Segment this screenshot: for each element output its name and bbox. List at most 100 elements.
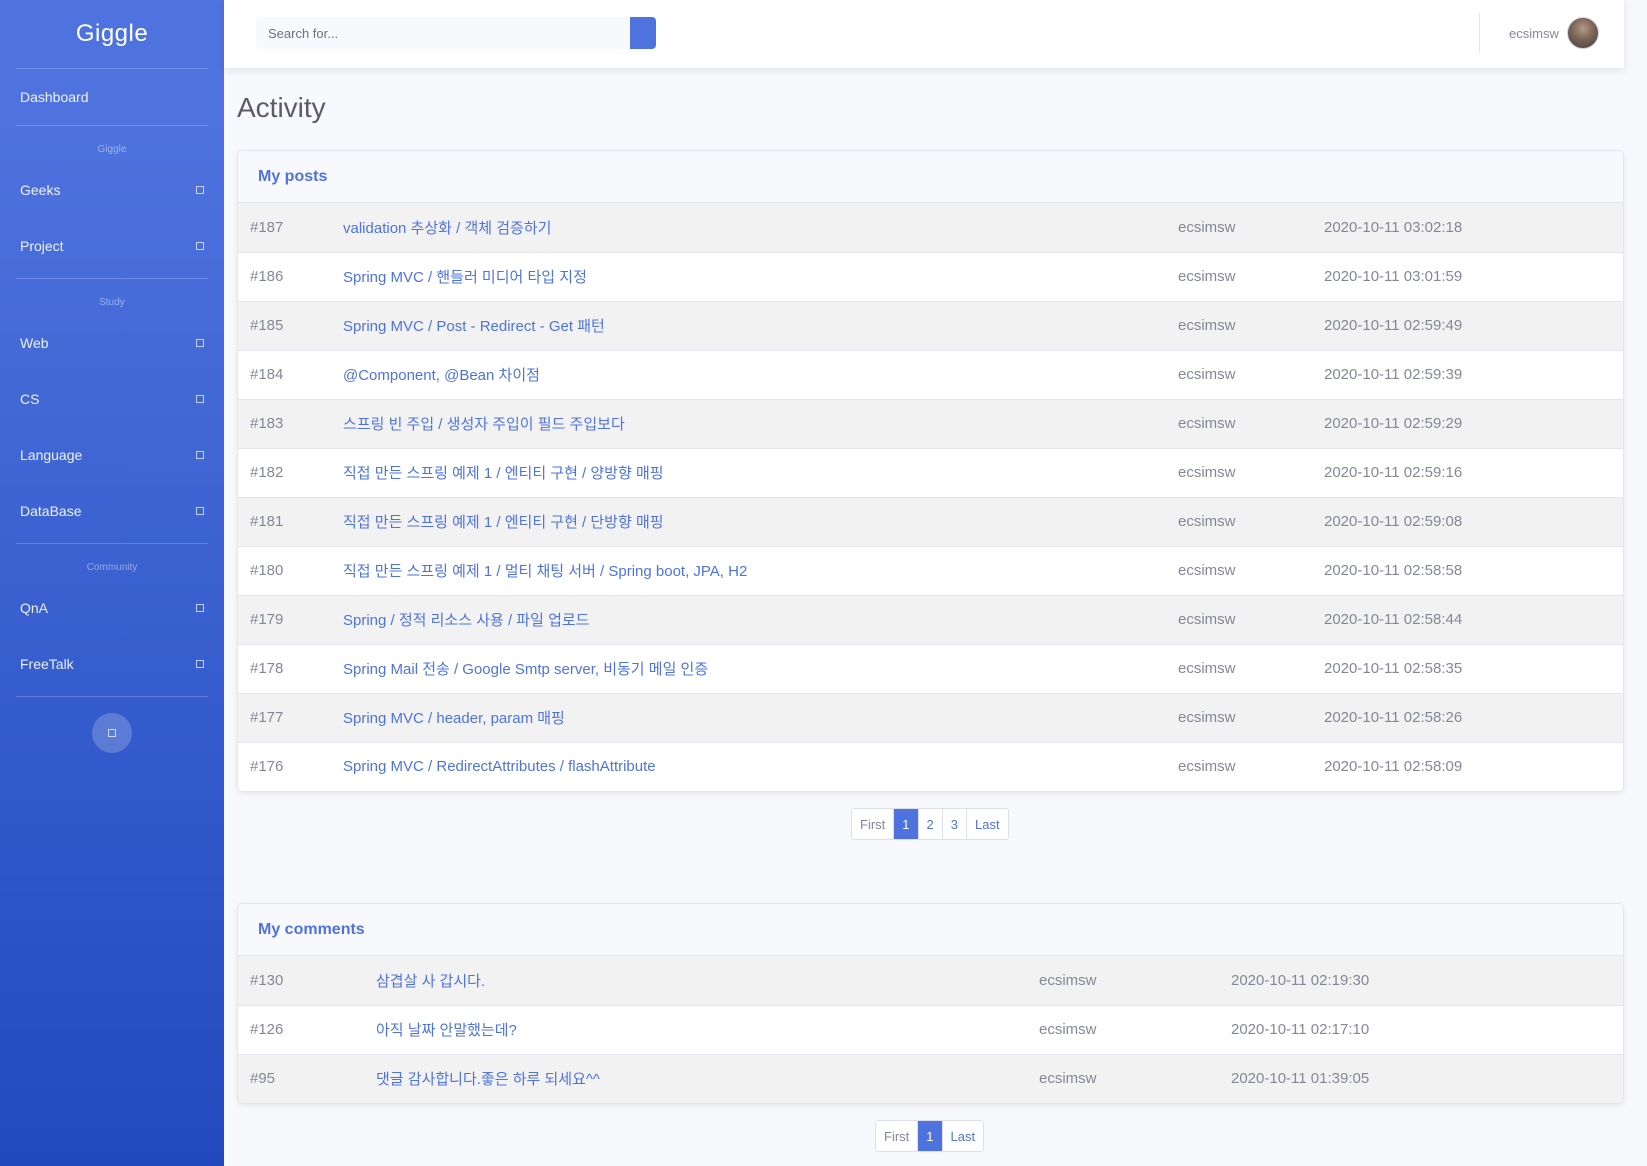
row-date: 2020-10-11 01:39:05 xyxy=(1231,1053,1623,1103)
row-title-link[interactable]: Spring / 정적 리소스 사용 / 파일 업로드 xyxy=(343,594,1178,644)
page-button-last[interactable]: Last xyxy=(965,809,1008,839)
page-button-first[interactable]: First xyxy=(876,1121,917,1151)
row-title-link[interactable]: 삼겹살 사 갑시다. xyxy=(376,956,1039,1005)
sidebar-toggle-wrap xyxy=(0,697,224,753)
sidebar-toggle-button[interactable] xyxy=(92,713,132,753)
row-title-link[interactable]: 직접 만든 스프링 예제 1 / 멀티 채팅 서버 / Spring boot,… xyxy=(343,545,1178,595)
row-date: 2020-10-11 02:58:09 xyxy=(1324,741,1623,791)
table-row: #95 댓글 감사합니다.좋은 하루 되세요^^ ecsimsw 2020-10-11… xyxy=(238,1053,1623,1103)
row-date: 2020-10-11 02:59:16 xyxy=(1324,447,1623,497)
sidebar-item-web[interactable]: Web xyxy=(0,315,224,371)
sidebar-item-qna[interactable]: QnA xyxy=(0,580,224,636)
row-author: ecsimsw xyxy=(1178,496,1324,546)
avatar xyxy=(1566,17,1599,49)
table-row: #177 Spring MVC / header, param 매핑 ecsimsw… xyxy=(238,692,1623,742)
row-title-link[interactable]: Spring MVC / header, param 매핑 xyxy=(343,692,1178,742)
sidebar-item-label: Geeks xyxy=(20,182,61,198)
sidebar-item-label: FreeTalk xyxy=(20,656,74,672)
table-row: #183 스프링 빈 주입 / 생성자 주입이 필드 주입보다 ecsimsw 202… xyxy=(238,398,1623,448)
row-title-link[interactable]: 직접 만든 스프링 예제 1 / 엔티티 구현 / 양방향 매핑 xyxy=(343,447,1178,497)
row-author: ecsimsw xyxy=(1178,545,1324,595)
row-author: ecsimsw xyxy=(1178,251,1324,301)
row-title-link[interactable]: Spring MVC / Post - Redirect - Get 패턴 xyxy=(343,300,1178,350)
row-title-link[interactable]: 스프링 빈 주입 / 생성자 주입이 필드 주입보다 xyxy=(343,398,1178,448)
row-id: #183 xyxy=(238,398,343,448)
chevron-icon xyxy=(196,339,204,347)
row-date: 2020-10-11 02:59:08 xyxy=(1324,496,1623,546)
sidebar-item-database[interactable]: DataBase xyxy=(0,483,224,539)
sidebar-heading-giggle: Giggle xyxy=(97,144,127,155)
row-author: ecsimsw xyxy=(1178,692,1324,742)
sidebar-item-language[interactable]: Language xyxy=(0,427,224,483)
row-title-link[interactable]: 아직 날짜 안말했는데? xyxy=(376,1004,1039,1054)
search-button[interactable] xyxy=(630,17,656,49)
chevron-icon xyxy=(196,242,204,250)
row-date: 2020-10-11 02:58:35 xyxy=(1324,643,1623,693)
table-row: #178 Spring Mail 전송 / Google Smtp server,… xyxy=(238,643,1623,693)
row-id: #95 xyxy=(238,1053,376,1103)
row-title-link[interactable]: @Component, @Bean 차이점 xyxy=(343,349,1178,399)
row-id: #185 xyxy=(238,300,343,350)
sidebar-heading-community: Community xyxy=(86,562,138,573)
table-row: #126 아직 날짜 안말했는데? ecsimsw 2020-10-11 02:17:… xyxy=(238,1004,1623,1054)
row-id: #178 xyxy=(238,643,343,693)
toggle-icon xyxy=(108,729,116,737)
sidebar-item-freetalk[interactable]: FreeTalk xyxy=(0,636,224,692)
page-title: Activity xyxy=(237,92,326,123)
sidebar-item-label: QnA xyxy=(20,600,49,616)
row-id: #186 xyxy=(238,251,343,301)
page-button-3[interactable]: 3 xyxy=(941,809,966,839)
row-title-link[interactable]: 직접 만든 스프링 예제 1 / 엔티티 구현 / 단방향 매핑 xyxy=(343,496,1178,546)
row-date: 2020-10-11 02:19:30 xyxy=(1231,956,1623,1005)
row-date: 2020-10-11 03:02:18 xyxy=(1324,203,1623,252)
row-author: ecsimsw xyxy=(1178,594,1324,644)
row-date: 2020-10-11 02:59:29 xyxy=(1324,398,1623,448)
row-title-link[interactable]: Spring Mail 전송 / Google Smtp server, 비동기… xyxy=(343,643,1178,693)
sidebar-item-cs[interactable]: CS xyxy=(0,371,224,427)
page-button-2[interactable]: 2 xyxy=(917,809,942,839)
page-button-last[interactable]: Last xyxy=(941,1121,984,1151)
row-title-link[interactable]: Spring MVC / RedirectAttributes / flashA… xyxy=(343,741,1178,791)
comments-card-header: My comments xyxy=(238,904,1623,956)
row-author: ecsimsw xyxy=(1178,300,1324,350)
row-title-link[interactable]: Spring MVC / 핸들러 미디어 타입 지정 xyxy=(343,251,1178,301)
row-id: #130 xyxy=(238,956,376,1005)
page-button-first[interactable]: First xyxy=(852,809,893,839)
search-input[interactable] xyxy=(256,17,631,49)
search-bar xyxy=(256,17,656,49)
row-id: #126 xyxy=(238,1004,376,1054)
user-menu[interactable]: ecsimsw xyxy=(1509,17,1599,49)
table-row: #184 @Component, @Bean 차이점 ecsimsw 2020-10-… xyxy=(238,349,1623,399)
table-row: #179 Spring / 정적 리소스 사용 / 파일 업로드 ecsimsw 20… xyxy=(238,594,1623,644)
table-row: #187 validation 추상화 / 객체 검증하기 ecsimsw 2020-… xyxy=(238,203,1623,252)
sidebar-item-label: Language xyxy=(20,447,83,463)
sidebar-item-geeks[interactable]: Geeks xyxy=(0,162,224,218)
row-author: ecsimsw xyxy=(1178,447,1324,497)
row-title-link[interactable]: validation 추상화 / 객체 검증하기 xyxy=(343,203,1178,252)
sidebar-item-project[interactable]: Project xyxy=(0,218,224,274)
posts-table: #187 validation 추상화 / 객체 검증하기 ecsimsw 2020-… xyxy=(238,203,1623,791)
posts-card: My posts #187 validation 추상화 / 객체 검증하기 ecs… xyxy=(237,150,1624,792)
row-author: ecsimsw xyxy=(1178,398,1324,448)
table-row: #180 직접 만든 스프링 예제 1 / 멀티 채팅 서버 / Spring b… xyxy=(238,545,1623,595)
page-button-1[interactable]: 1 xyxy=(917,1121,942,1151)
row-date: 2020-10-11 02:17:10 xyxy=(1231,1004,1623,1054)
table-row: #185 Spring MVC / Post - Redirect - Get 패… xyxy=(238,300,1623,350)
chevron-icon xyxy=(196,451,204,459)
chevron-icon xyxy=(196,507,204,515)
sidebar-item-dashboard[interactable]: Dashboard xyxy=(0,69,224,125)
row-title-link[interactable]: 댓글 감사합니다.좋은 하루 되세요^^ xyxy=(376,1053,1039,1103)
comments-table: #130 삼겹살 사 갑시다. ecsimsw 2020-10-11 02:19:30… xyxy=(238,956,1623,1103)
row-author: ecsimsw xyxy=(1039,1004,1231,1054)
chevron-icon xyxy=(196,660,204,668)
row-author: ecsimsw xyxy=(1178,741,1324,791)
row-date: 2020-10-11 03:01:59 xyxy=(1324,251,1623,301)
page-button-1[interactable]: 1 xyxy=(893,809,918,839)
comments-card: My comments #130 삼겹살 사 갑시다. ecsimsw 2020-10… xyxy=(237,903,1624,1104)
table-row: #130 삼겹살 사 갑시다. ecsimsw 2020-10-11 02:19:30 xyxy=(238,956,1623,1005)
chevron-icon xyxy=(196,395,204,403)
sidebar-item-label: Web xyxy=(20,335,49,351)
row-id: #176 xyxy=(238,741,343,791)
row-date: 2020-10-11 02:59:39 xyxy=(1324,349,1623,399)
sidebar-brand[interactable]: Giggle xyxy=(0,0,224,68)
